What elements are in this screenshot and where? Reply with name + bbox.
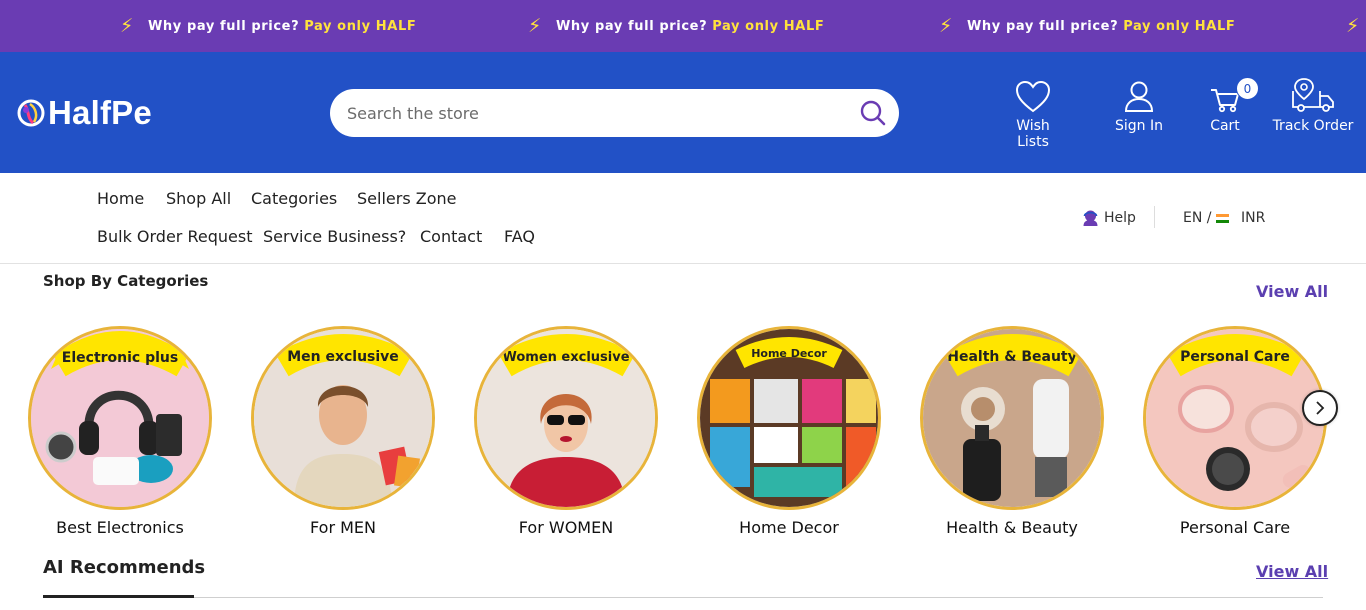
lightning-icon: ⚡	[939, 15, 953, 37]
nav-contact[interactable]: Contact	[420, 227, 482, 246]
category-label: Best Electronics	[56, 518, 184, 537]
currency-selector[interactable]: INR	[1241, 210, 1265, 226]
category-label: Home Decor	[739, 518, 839, 537]
track-order-link[interactable]: Track Order	[1272, 77, 1354, 134]
category-label: For MEN	[310, 518, 376, 537]
user-icon	[1124, 81, 1154, 112]
category-image: Personal Care	[1143, 326, 1327, 510]
category-image: Home Decor	[697, 326, 881, 510]
category-label: For WOMEN	[518, 518, 614, 537]
svg-text:Home Decor: Home Decor	[751, 347, 827, 360]
women-fashion-illustration: Women exclusive	[477, 329, 655, 507]
active-tab-underline	[43, 595, 194, 598]
wishlist-link[interactable]: Wish Lists	[1001, 80, 1065, 150]
wishlist-label: Wish Lists	[1016, 118, 1050, 150]
electronics-illustration: Electronic plus	[31, 329, 209, 507]
category-card-men[interactable]: Men exclusive For MEN	[251, 326, 435, 537]
support-agent-icon	[1083, 210, 1098, 226]
ai-view-all-link[interactable]: View All	[1256, 562, 1328, 581]
carousel-next-button[interactable]	[1302, 390, 1338, 426]
delivery-truck-icon	[1292, 78, 1334, 112]
category-card-home-decor[interactable]: Home Decor Home Decor	[697, 326, 881, 537]
lightning-icon: ⚡	[120, 15, 134, 37]
language-selector[interactable]: EN /	[1183, 210, 1233, 226]
nav-faq[interactable]: FAQ	[504, 227, 535, 246]
language-label: EN /	[1183, 210, 1212, 226]
category-card-health-beauty[interactable]: Health & Beauty Health & Beauty	[920, 326, 1104, 537]
category-card-personal-care[interactable]: Personal Care Personal Care	[1143, 326, 1327, 537]
svg-text:Personal Care: Personal Care	[1180, 349, 1290, 365]
home-decor-illustration: Home Decor	[700, 329, 878, 507]
svg-text:Women exclusive: Women exclusive	[502, 350, 629, 365]
india-flag-icon	[1215, 213, 1229, 223]
men-fashion-illustration: Men exclusive	[254, 329, 432, 507]
signin-link[interactable]: Sign In	[1114, 80, 1164, 134]
ai-recommends-heading: AI Recommends	[43, 557, 206, 578]
category-image: Women exclusive	[474, 326, 658, 510]
site-header: HalfPe Wish Lists Sign In 0 Cart	[0, 52, 1366, 173]
nav-shop-all[interactable]: Shop All	[166, 189, 231, 208]
svg-text:Men exclusive: Men exclusive	[287, 349, 399, 365]
category-image: Electronic plus	[28, 326, 212, 510]
categories-view-all-link[interactable]: View All	[1256, 282, 1328, 301]
cart-count-badge: 0	[1236, 77, 1259, 100]
search-bar	[330, 89, 899, 137]
search-input[interactable]	[347, 103, 837, 123]
svg-text:Health & Beauty: Health & Beauty	[947, 349, 1076, 365]
logo-mark-icon	[17, 99, 45, 127]
health-beauty-illustration: Health & Beauty	[923, 329, 1101, 507]
search-icon[interactable]	[859, 99, 887, 127]
category-card-women[interactable]: Women exclusive For WOMEN	[474, 326, 658, 537]
promo-bar: ⚡ Why pay full price? Pay only HALF ⚡ Wh…	[0, 0, 1366, 52]
cart-label: Cart	[1210, 118, 1240, 134]
signin-label: Sign In	[1115, 118, 1163, 134]
nav-sellers-zone[interactable]: Sellers Zone	[357, 189, 456, 208]
nav-divider	[1154, 206, 1155, 228]
nav-service-business[interactable]: Service Business?	[263, 227, 406, 246]
promo-message: ⚡	[1346, 0, 1366, 52]
promo-text: Why pay full price?	[966, 18, 1119, 34]
category-image: Men exclusive	[251, 326, 435, 510]
help-link[interactable]: Help	[1082, 209, 1136, 227]
promo-message: ⚡ Why pay full price? Pay only HALF	[528, 0, 824, 52]
chevron-right-icon	[1316, 401, 1325, 415]
cart-link[interactable]: 0 Cart	[1208, 77, 1259, 134]
logo-text: HalfPe	[48, 94, 152, 131]
nav-categories[interactable]: Categories	[251, 189, 337, 208]
lightning-icon: ⚡	[528, 15, 542, 37]
personal-care-illustration: Personal Care	[1146, 329, 1324, 507]
promo-highlight: Pay only HALF	[304, 18, 417, 34]
help-label: Help	[1104, 210, 1136, 226]
promo-text: Why pay full price?	[555, 18, 708, 34]
categories-heading: Shop By Categories	[43, 272, 209, 290]
site-logo[interactable]: HalfPe	[16, 94, 152, 132]
category-card-electronics[interactable]: Electronic plus Best Electronics	[28, 326, 212, 537]
track-order-label: Track Order	[1272, 118, 1354, 134]
lightning-icon: ⚡	[1346, 15, 1360, 37]
category-label: Personal Care	[1179, 518, 1291, 537]
category-image: Health & Beauty	[920, 326, 1104, 510]
promo-highlight: Pay only HALF	[712, 18, 825, 34]
promo-highlight: Pay only HALF	[1123, 18, 1236, 34]
main-nav: Home Shop All Categories Sellers Zone Bu…	[0, 173, 1366, 264]
promo-text: Why pay full price?	[147, 18, 300, 34]
heart-icon	[1015, 80, 1051, 113]
section-divider	[43, 597, 1323, 598]
promo-message: ⚡ Why pay full price? Pay only HALF	[120, 0, 416, 52]
category-label: Health & Beauty	[946, 518, 1078, 537]
nav-home[interactable]: Home	[97, 189, 144, 208]
nav-bulk-order[interactable]: Bulk Order Request	[97, 227, 252, 246]
svg-text:Electronic plus: Electronic plus	[62, 350, 178, 366]
promo-message: ⚡ Why pay full price? Pay only HALF	[939, 0, 1235, 52]
